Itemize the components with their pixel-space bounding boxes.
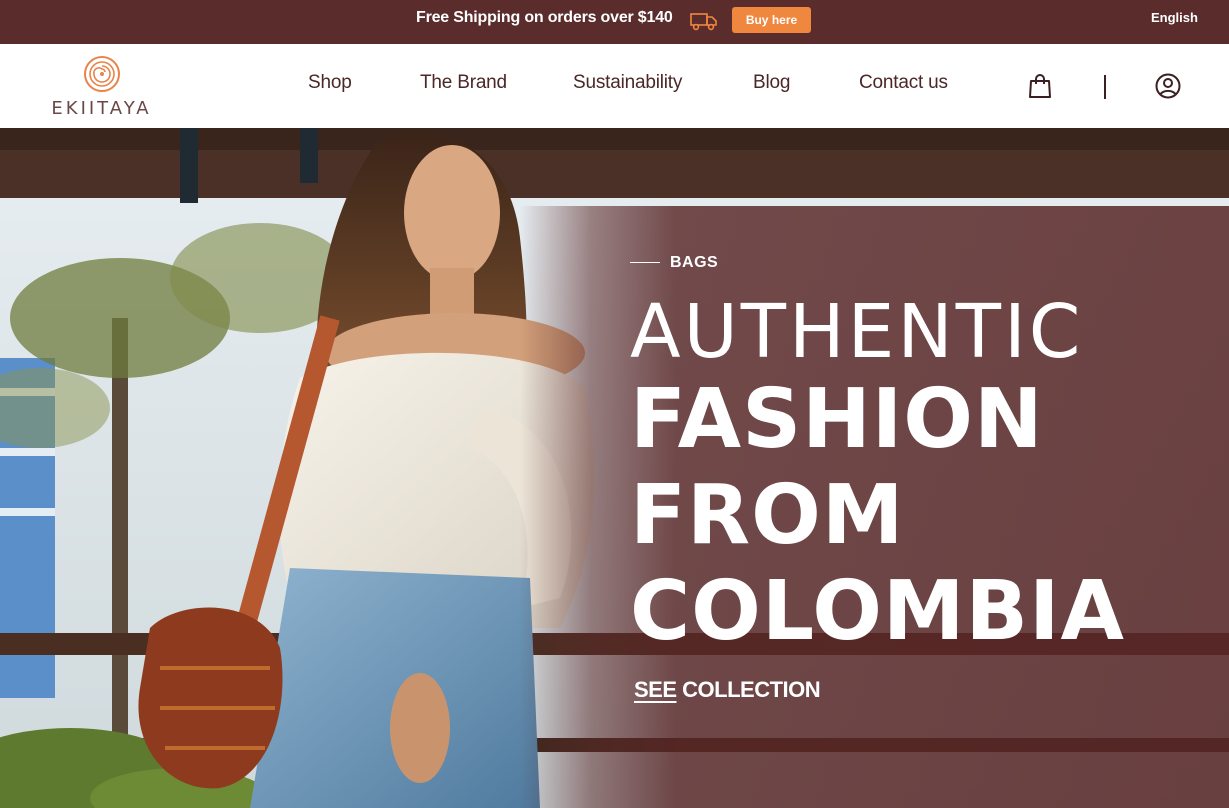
hero-headline-line2: FASHION bbox=[630, 372, 1044, 467]
spiral-logo-icon bbox=[84, 56, 120, 92]
truck-icon bbox=[690, 11, 718, 31]
see-collection-see: SEE bbox=[634, 677, 677, 702]
language-selector[interactable]: English bbox=[1151, 10, 1198, 25]
see-collection-link[interactable]: SEE COLLECTION bbox=[634, 677, 821, 703]
nav-the-brand[interactable]: The Brand bbox=[420, 72, 507, 94]
hero-headline-line4: COLOMBIA bbox=[630, 564, 1125, 659]
main-header: EKIITAYA Shop The Brand Sustainability B… bbox=[0, 44, 1229, 128]
hero-headline-line3: FROM bbox=[630, 468, 905, 563]
nav-contact-us[interactable]: Contact us bbox=[859, 72, 948, 94]
hero-category: BAGS bbox=[630, 254, 718, 272]
nav-sustainability[interactable]: Sustainability bbox=[573, 72, 682, 94]
nav-shop[interactable]: Shop bbox=[308, 72, 352, 94]
brand-name: EKIITAYA bbox=[51, 98, 152, 119]
hero-headline-line1: AUTHENTIC bbox=[630, 289, 1084, 375]
user-icon[interactable] bbox=[1155, 73, 1181, 104]
nav-blog[interactable]: Blog bbox=[753, 72, 790, 94]
hero-banner: BAGS AUTHENTIC FASHION FROM COLOMBIA SEE… bbox=[0, 128, 1229, 808]
buy-here-button[interactable]: Buy here bbox=[732, 7, 811, 33]
header-divider bbox=[1104, 75, 1106, 99]
see-collection-label: COLLECTION bbox=[682, 677, 821, 702]
shopping-bag-icon[interactable] bbox=[1028, 73, 1052, 104]
logo[interactable]: EKIITAYA bbox=[44, 54, 159, 120]
free-shipping-text: Free Shipping on orders over $140 bbox=[416, 9, 673, 26]
announcement-bar: Free Shipping on orders over $140 Buy he… bbox=[0, 0, 1229, 44]
